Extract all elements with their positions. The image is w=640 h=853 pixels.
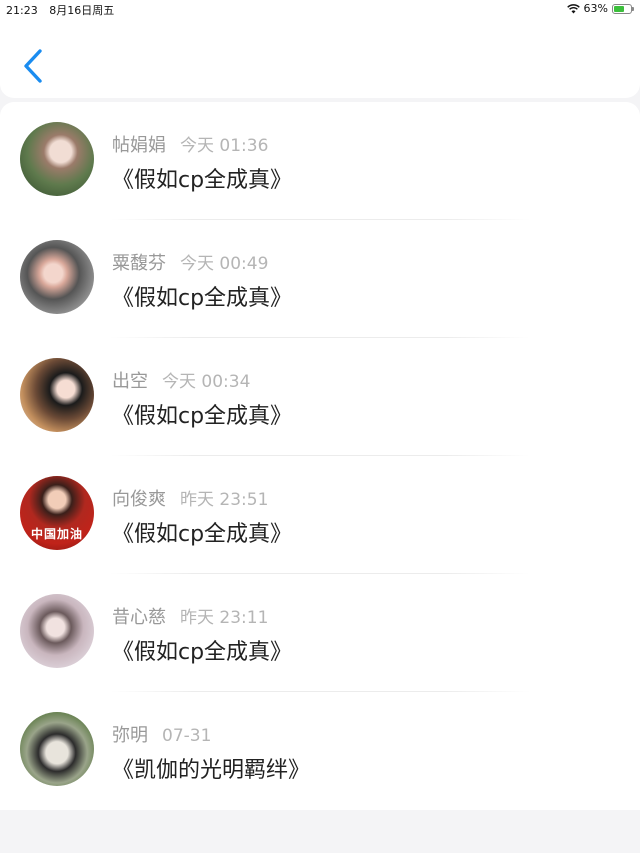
- list-item[interactable]: 出空 今天 00:34 《假如cp全成真》: [0, 338, 640, 456]
- post-time: 今天 00:34: [162, 372, 251, 392]
- author-name: 弥明: [112, 725, 148, 746]
- item-title: 《假如cp全成真》: [112, 168, 293, 193]
- status-left: 21:23 8月16日周五: [6, 2, 122, 18]
- back-button[interactable]: [18, 48, 50, 84]
- author-name: 出空: [112, 371, 148, 392]
- chevron-left-icon: [24, 49, 42, 83]
- post-time: 07-31: [162, 726, 212, 746]
- item-meta: 出空 今天 00:34: [112, 367, 250, 393]
- list-item[interactable]: 昔心慈 昨天 23:11 《假如cp全成真》: [0, 574, 640, 692]
- list-item[interactable]: 中国加油 向俊爽 昨天 23:51 《假如cp全成真》: [0, 456, 640, 574]
- author-name: 向俊爽: [112, 489, 166, 510]
- avatar: [20, 358, 94, 432]
- list-item[interactable]: 弥明 07-31 《凯伽的光明羁绊》: [0, 692, 640, 810]
- author-name: 粟馥芬: [112, 253, 166, 274]
- status-right: 63%: [566, 2, 634, 15]
- item-meta: 向俊爽 昨天 23:51: [112, 485, 268, 511]
- nav-bar: [0, 18, 640, 98]
- message-list: 帖娟娟 今天 01:36 《假如cp全成真》 粟馥芬 今天 00:49 《假如cp全…: [0, 102, 640, 810]
- item-meta: 粟馥芬 今天 00:49: [112, 249, 268, 275]
- status-time: 21:23: [6, 4, 38, 17]
- avatar: [20, 712, 94, 786]
- post-time: 昨天 23:51: [180, 490, 269, 510]
- status-date: 8月16日周五: [49, 4, 115, 17]
- battery-tip: [632, 6, 634, 11]
- author-name: 昔心慈: [112, 607, 166, 628]
- battery-percent: 63%: [583, 2, 608, 15]
- status-bar: 21:23 8月16日周五 63%: [0, 0, 640, 18]
- avatar: [20, 240, 94, 314]
- battery-charging-icon: [612, 3, 634, 14]
- item-meta: 帖娟娟 今天 01:36: [112, 131, 268, 157]
- post-time: 昨天 23:11: [180, 608, 269, 628]
- wifi-icon: [566, 3, 580, 13]
- item-meta: 弥明 07-31: [112, 721, 211, 747]
- avatar-tag: 中国加油: [30, 527, 83, 541]
- list-item[interactable]: 帖娟娟 今天 01:36 《假如cp全成真》: [0, 102, 640, 220]
- item-title: 《假如cp全成真》: [112, 522, 293, 547]
- battery-level-fill: [614, 5, 625, 12]
- post-time: 今天 01:36: [180, 136, 269, 156]
- list-item[interactable]: 粟馥芬 今天 00:49 《假如cp全成真》: [0, 220, 640, 338]
- item-meta: 昔心慈 昨天 23:11: [112, 603, 268, 629]
- item-title: 《假如cp全成真》: [112, 404, 293, 429]
- post-time: 今天 00:49: [180, 254, 269, 274]
- item-title: 《假如cp全成真》: [112, 640, 293, 665]
- item-title: 《假如cp全成真》: [112, 286, 293, 311]
- avatar: [20, 122, 94, 196]
- item-title: 《凯伽的光明羁绊》: [112, 758, 311, 783]
- author-name: 帖娟娟: [112, 135, 166, 156]
- avatar: 中国加油: [20, 476, 94, 550]
- avatar: [20, 594, 94, 668]
